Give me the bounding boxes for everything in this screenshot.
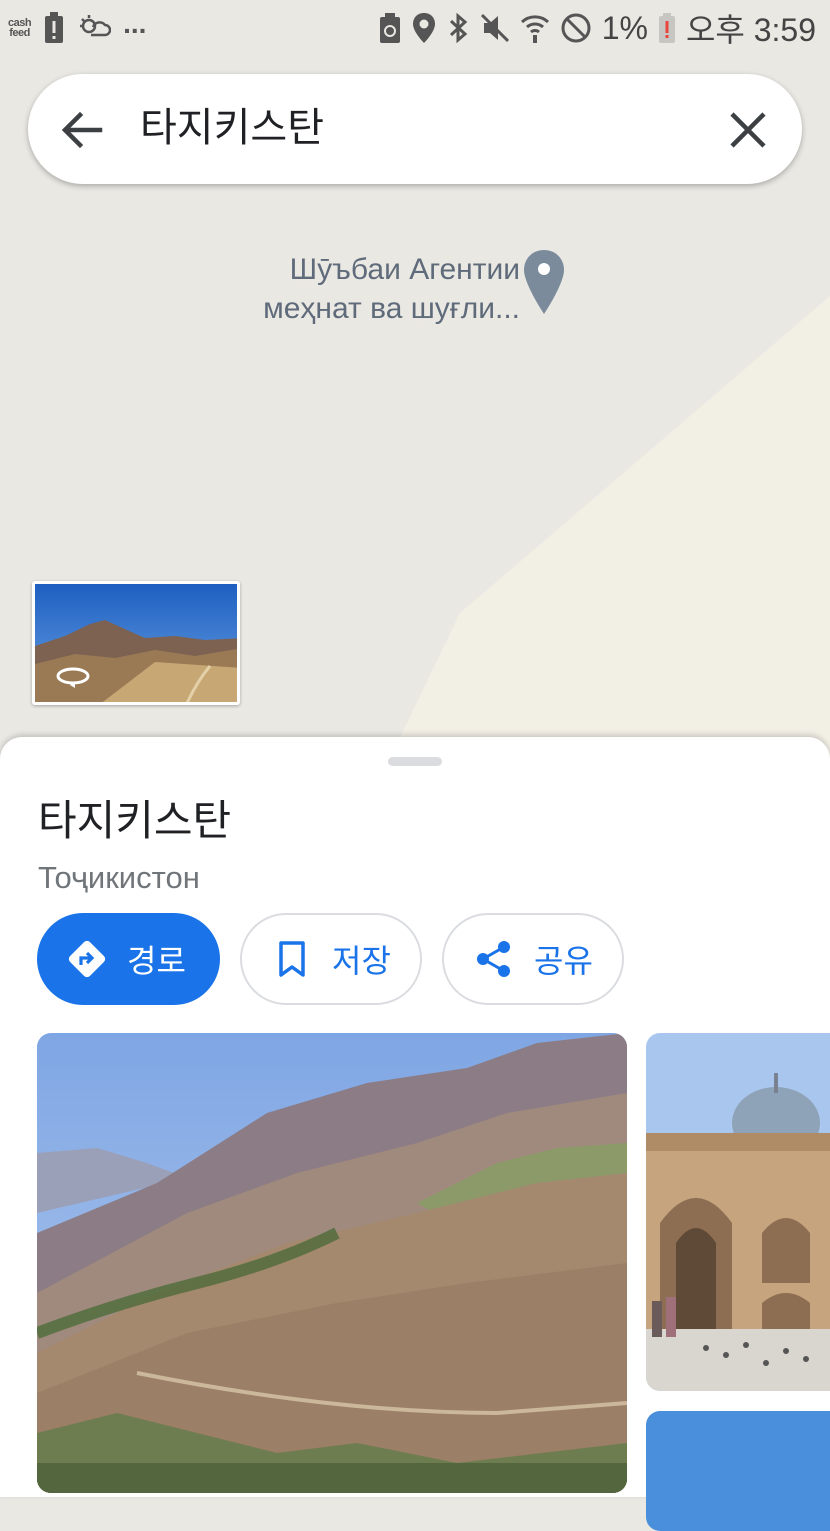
close-icon[interactable] xyxy=(726,108,770,152)
place-photo-landscape[interactable] xyxy=(37,1033,627,1493)
directions-button[interactable]: 경로 xyxy=(37,913,220,1005)
share-button[interactable]: 공유 xyxy=(442,913,624,1005)
battery-low-icon xyxy=(658,13,675,43)
bluetooth-icon xyxy=(449,12,467,44)
place-subtitle: Тоҷикистон xyxy=(38,860,200,895)
bookmark-icon xyxy=(272,939,312,979)
location-icon xyxy=(412,13,435,43)
share-label: 공유 xyxy=(534,943,593,979)
place-title: 타지키스탄 xyxy=(38,797,232,844)
battery-alert-icon xyxy=(45,12,64,43)
back-arrow-icon[interactable] xyxy=(60,108,104,152)
drag-handle[interactable] xyxy=(388,757,442,766)
search-query[interactable]: 타지키스탄 xyxy=(140,98,324,158)
share-icon xyxy=(474,939,514,979)
status-bar-right: 1% 오후 3:59 xyxy=(378,8,816,48)
mountain-valley-image xyxy=(37,1033,627,1493)
directions-icon xyxy=(67,939,107,979)
wifi-icon xyxy=(520,15,549,43)
search-bar[interactable]: 타지키스탄 xyxy=(28,74,802,184)
place-bottom-sheet[interactable]: 타지키스탄 Тоҷикистон 경로 저장 공유 xyxy=(0,737,830,1531)
do-not-disturb-icon xyxy=(561,13,591,43)
directions-label: 경로 xyxy=(127,943,186,979)
place-photo-mosque[interactable] xyxy=(646,1033,830,1391)
place-photo-sky[interactable] xyxy=(646,1411,830,1531)
mosque-image xyxy=(646,1033,830,1391)
cashfeed-app-icon: cash feed xyxy=(8,17,32,39)
battery-percent: 1% xyxy=(601,9,648,46)
street-view-thumbnail[interactable] xyxy=(32,581,240,705)
mute-icon xyxy=(480,13,509,43)
save-label: 저장 xyxy=(332,943,391,979)
status-bar: cash feed ... 1% 오후 3:59 xyxy=(0,0,830,58)
status-time: 오후 3:59 xyxy=(685,12,816,48)
map-poi-label[interactable]: Шӯъбаи Агентии меҳнат ва шуғли... xyxy=(230,250,520,328)
battery-saver-icon xyxy=(379,13,400,43)
map-pin-icon[interactable] xyxy=(522,248,566,320)
weather-icon xyxy=(80,15,112,37)
status-bar-left: cash feed ... xyxy=(8,8,147,46)
more-notifications-indicator: ... xyxy=(123,8,147,39)
street-view-rotate-icon xyxy=(56,667,90,688)
save-button[interactable]: 저장 xyxy=(240,913,422,1005)
